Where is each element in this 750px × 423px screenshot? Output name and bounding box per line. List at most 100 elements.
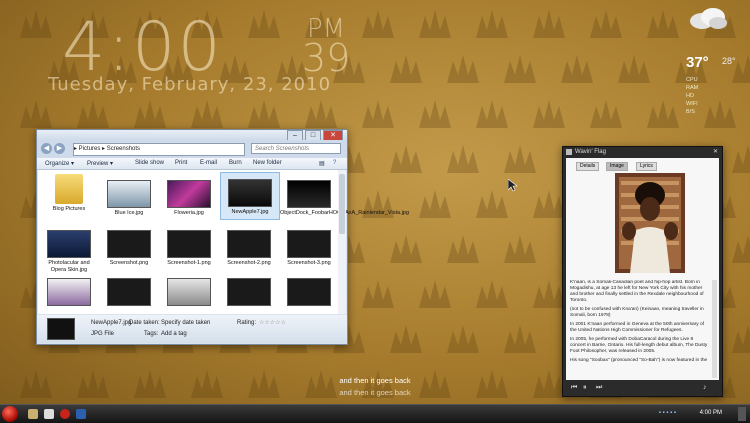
vertical-scrollbar[interactable] [338, 170, 346, 314]
stat-ram: RAM [686, 85, 699, 91]
list-item[interactable] [160, 278, 218, 308]
stat-wifi: WIFI [686, 101, 698, 107]
list-item[interactable]: Screenshot-2.png [220, 230, 278, 267]
thumbnail [287, 278, 331, 306]
bio-paragraph: K'naan, is a Somali-Canadian poet and hi… [570, 280, 704, 303]
wallpaper-mark [191, 100, 223, 128]
print-button[interactable]: Print [175, 160, 187, 166]
list-item[interactable]: ObjectDock_FoobarHOOAAxA_Rainlendar_Vist… [280, 180, 409, 217]
tab-lyrics[interactable]: Lyrics [636, 162, 657, 171]
tab-details[interactable]: Details [576, 162, 600, 171]
list-item[interactable]: Photolacular and Opera Skin.jpg [40, 230, 98, 274]
gadget-body: Details Image Lyrics K'naan, is a Somali… [566, 158, 719, 380]
wallpaper-mark [476, 100, 508, 128]
thumbnail [227, 278, 271, 306]
wallpaper-mark [390, 235, 422, 263]
date-label: Date taken: [129, 320, 160, 326]
burn-button[interactable]: Burn [229, 160, 242, 166]
details-pane: NewApple7.jpg JPG File Date taken: Speci… [37, 315, 347, 343]
bio-paragraph: His song "Soobax" (pronounced "So-Bah") … [570, 358, 708, 363]
window-titlebar[interactable]: – □ ✕ [37, 130, 347, 141]
opera-taskbar-icon[interactable] [60, 409, 70, 419]
address-bar-area: ◀ ▶ ▸ Pictures ▸ Screenshots Search Scre… [37, 140, 347, 158]
thumbnail [167, 278, 211, 306]
slideshow-button[interactable]: Slide show [135, 160, 164, 166]
help-icon[interactable]: ? [333, 160, 336, 166]
tags-value[interactable]: Add a tag [161, 331, 187, 337]
preview-button[interactable]: Preview ▾ [87, 160, 113, 167]
thumbnail [287, 180, 331, 208]
organize-button[interactable]: Organize ▾ [45, 160, 74, 167]
bio-paragraph: In 2005, he performed with DobaCaracol d… [570, 337, 708, 354]
wallpaper-mark [419, 10, 451, 38]
list-item[interactable] [100, 278, 158, 308]
list-item[interactable]: Floweria.jpg [160, 180, 218, 217]
wallpaper-mark [419, 190, 451, 218]
thumbnail [47, 230, 91, 258]
list-item[interactable]: NewApple7.jpg [220, 172, 280, 220]
rating-stars[interactable]: ☆☆☆☆☆ [259, 319, 286, 326]
wallpaper-mark [20, 10, 52, 38]
show-desktop-button[interactable] [738, 407, 746, 421]
wallpaper-mark [248, 100, 280, 128]
tray-icons[interactable]: ▪ ▪ ▪ ▪ ▪ [659, 410, 676, 416]
file-list: Blog Pictures Blue Ice.jpg Floweria.jpg … [38, 170, 409, 314]
list-item[interactable] [40, 278, 98, 308]
wallpaper-mark [390, 325, 422, 353]
start-button[interactable] [2, 406, 18, 422]
tab-image[interactable]: Image [606, 162, 628, 171]
list-item[interactable] [280, 278, 338, 308]
wallpaper-mark [419, 100, 451, 128]
wallpaper-mark [390, 55, 422, 83]
thumbnail [228, 179, 272, 207]
explorer-window[interactable]: – □ ✕ ◀ ▶ ▸ Pictures ▸ Screenshots Searc… [36, 129, 409, 345]
artist-bio: K'naan, is a Somali-Canadian poet and hi… [570, 280, 710, 380]
wallpaper-mark [362, 280, 394, 308]
bio-scrollbar[interactable] [712, 280, 717, 378]
wallpaper-mark [732, 325, 750, 353]
wallpaper-mark [504, 145, 536, 173]
item-label: Photolacular and Opera Skin.jpg [48, 260, 90, 273]
close-icon[interactable]: ✕ [713, 147, 718, 157]
weather-gadget[interactable]: 37° 28° CPU RAM HD WIFI B/S [680, 4, 750, 115]
new-folder-button[interactable]: New folder [253, 160, 282, 166]
date-value[interactable]: Specify date taken [161, 320, 210, 326]
wallpaper-mark [447, 145, 479, 173]
weather-temp: 37° [686, 54, 709, 71]
wallpaper-mark [732, 235, 750, 263]
document-taskbar-icon[interactable] [44, 409, 54, 419]
thumbnail [47, 278, 91, 306]
bio-paragraph: (not to be confused with Kna'an) (Keinaa… [570, 307, 704, 318]
view-options-icon[interactable]: ▤ [319, 160, 325, 167]
email-button[interactable]: E-mail [200, 160, 217, 166]
scrollbar-thumb[interactable] [339, 174, 345, 234]
search-input[interactable]: Search Screenshots [251, 143, 341, 154]
wallpaper-mark [305, 100, 337, 128]
wallpaper-mark [732, 145, 750, 173]
media-taskbar-icon[interactable] [76, 409, 86, 419]
music-gadget[interactable]: Wavin' Flag ✕ Details Image Lyrics K'naa… [562, 146, 723, 397]
preview-thumbnail [47, 318, 75, 340]
forward-arrow-icon[interactable]: ▶ [54, 143, 65, 154]
mouse-cursor-icon [508, 179, 518, 192]
list-item[interactable]: Screenshot-1.png [160, 230, 218, 267]
stat-hd: HD [686, 93, 694, 99]
thumbnail [167, 180, 211, 208]
explorer-taskbar-icon[interactable] [28, 409, 38, 419]
list-item[interactable]: Screenshot.png [100, 230, 158, 267]
breadcrumb[interactable]: ▸ Pictures ▸ Screenshots [73, 143, 245, 156]
list-item[interactable]: Blue Ice.jpg [100, 180, 158, 217]
tray-clock[interactable]: 4:00 PM [700, 410, 722, 416]
wallpaper-mark [533, 100, 565, 128]
list-item[interactable]: Blog Pictures [40, 174, 98, 213]
thumbnail [107, 180, 151, 208]
list-item[interactable] [220, 278, 278, 308]
back-arrow-icon[interactable]: ◀ [41, 143, 52, 154]
folder-icon [55, 174, 83, 204]
wallpaper-mark [590, 100, 622, 128]
list-item[interactable]: Screenshot-3.png [280, 230, 338, 267]
item-label: Screenshot-2.png [227, 260, 271, 266]
wallpaper-mark [447, 235, 479, 263]
wallpaper-mark [248, 10, 280, 38]
thumbnail [107, 278, 151, 306]
